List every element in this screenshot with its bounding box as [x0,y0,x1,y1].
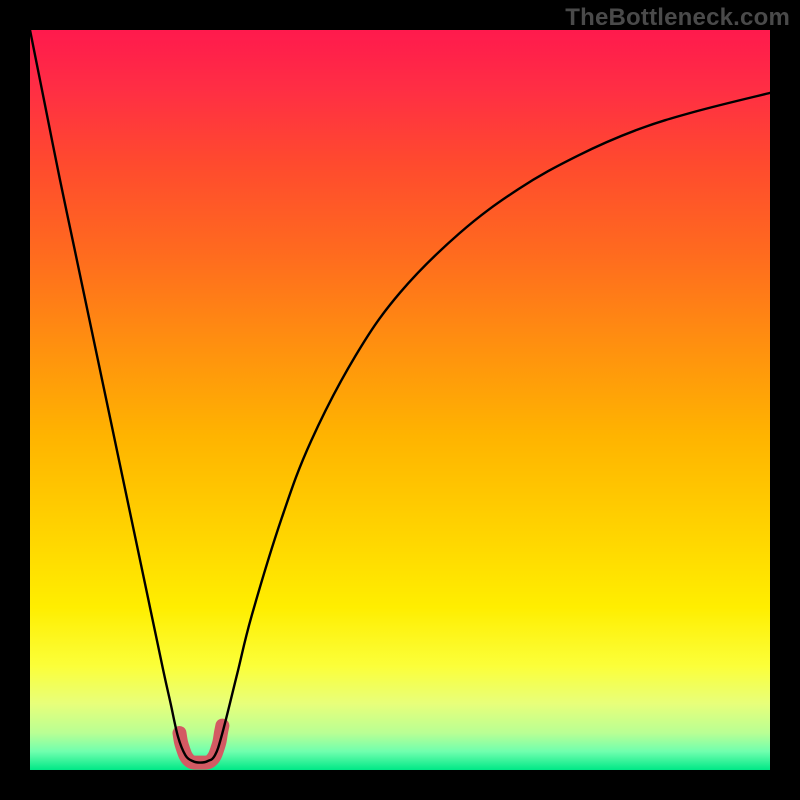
outer-frame: TheBottleneck.com [0,0,800,800]
watermark-text: TheBottleneck.com [565,4,790,32]
plot-area [30,30,770,770]
bottleneck-curve-line [30,30,770,763]
chart-svg [30,30,770,770]
